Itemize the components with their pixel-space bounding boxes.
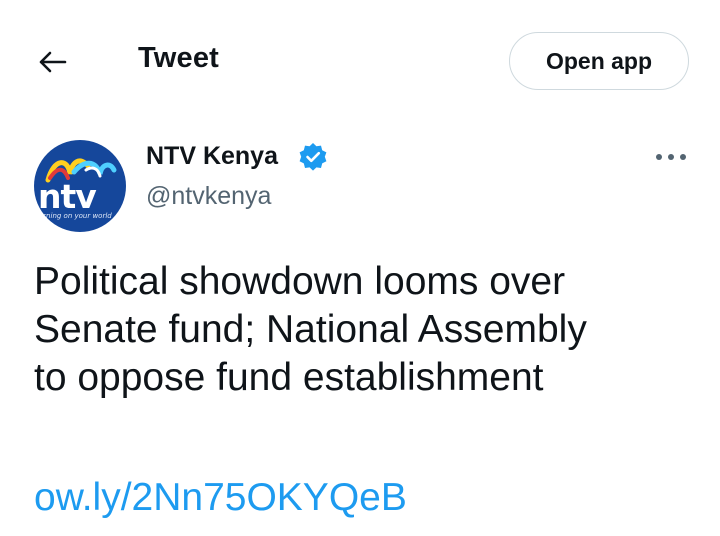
tweet-line: Political showdown looms over (34, 260, 566, 303)
more-dots-icon (656, 154, 686, 160)
back-button[interactable] (32, 44, 72, 80)
avatar-tagline: turning on your world (36, 212, 112, 220)
tweet-line: Senate fund; National Assembly (34, 308, 587, 351)
tweet-link[interactable]: ow.ly/2Nn75OKYQeB (34, 474, 407, 522)
tweet-line: to oppose fund establishment (34, 356, 544, 399)
open-app-button[interactable]: Open app (509, 32, 689, 90)
author-handle[interactable]: @ntvkenya (146, 182, 271, 211)
avatar-logo-text: ntv (38, 177, 97, 216)
more-options-button[interactable] (646, 140, 696, 174)
verified-badge-icon (299, 143, 327, 171)
avatar[interactable]: ntv turning on your world (34, 140, 126, 232)
top-bar: Tweet Open app (0, 0, 720, 120)
tweet-text: Political showdown looms over Senate fun… (34, 258, 694, 402)
page-title: Tweet (138, 42, 220, 74)
arrow-left-icon (39, 51, 67, 73)
author-display-name[interactable]: NTV Kenya (146, 142, 278, 171)
